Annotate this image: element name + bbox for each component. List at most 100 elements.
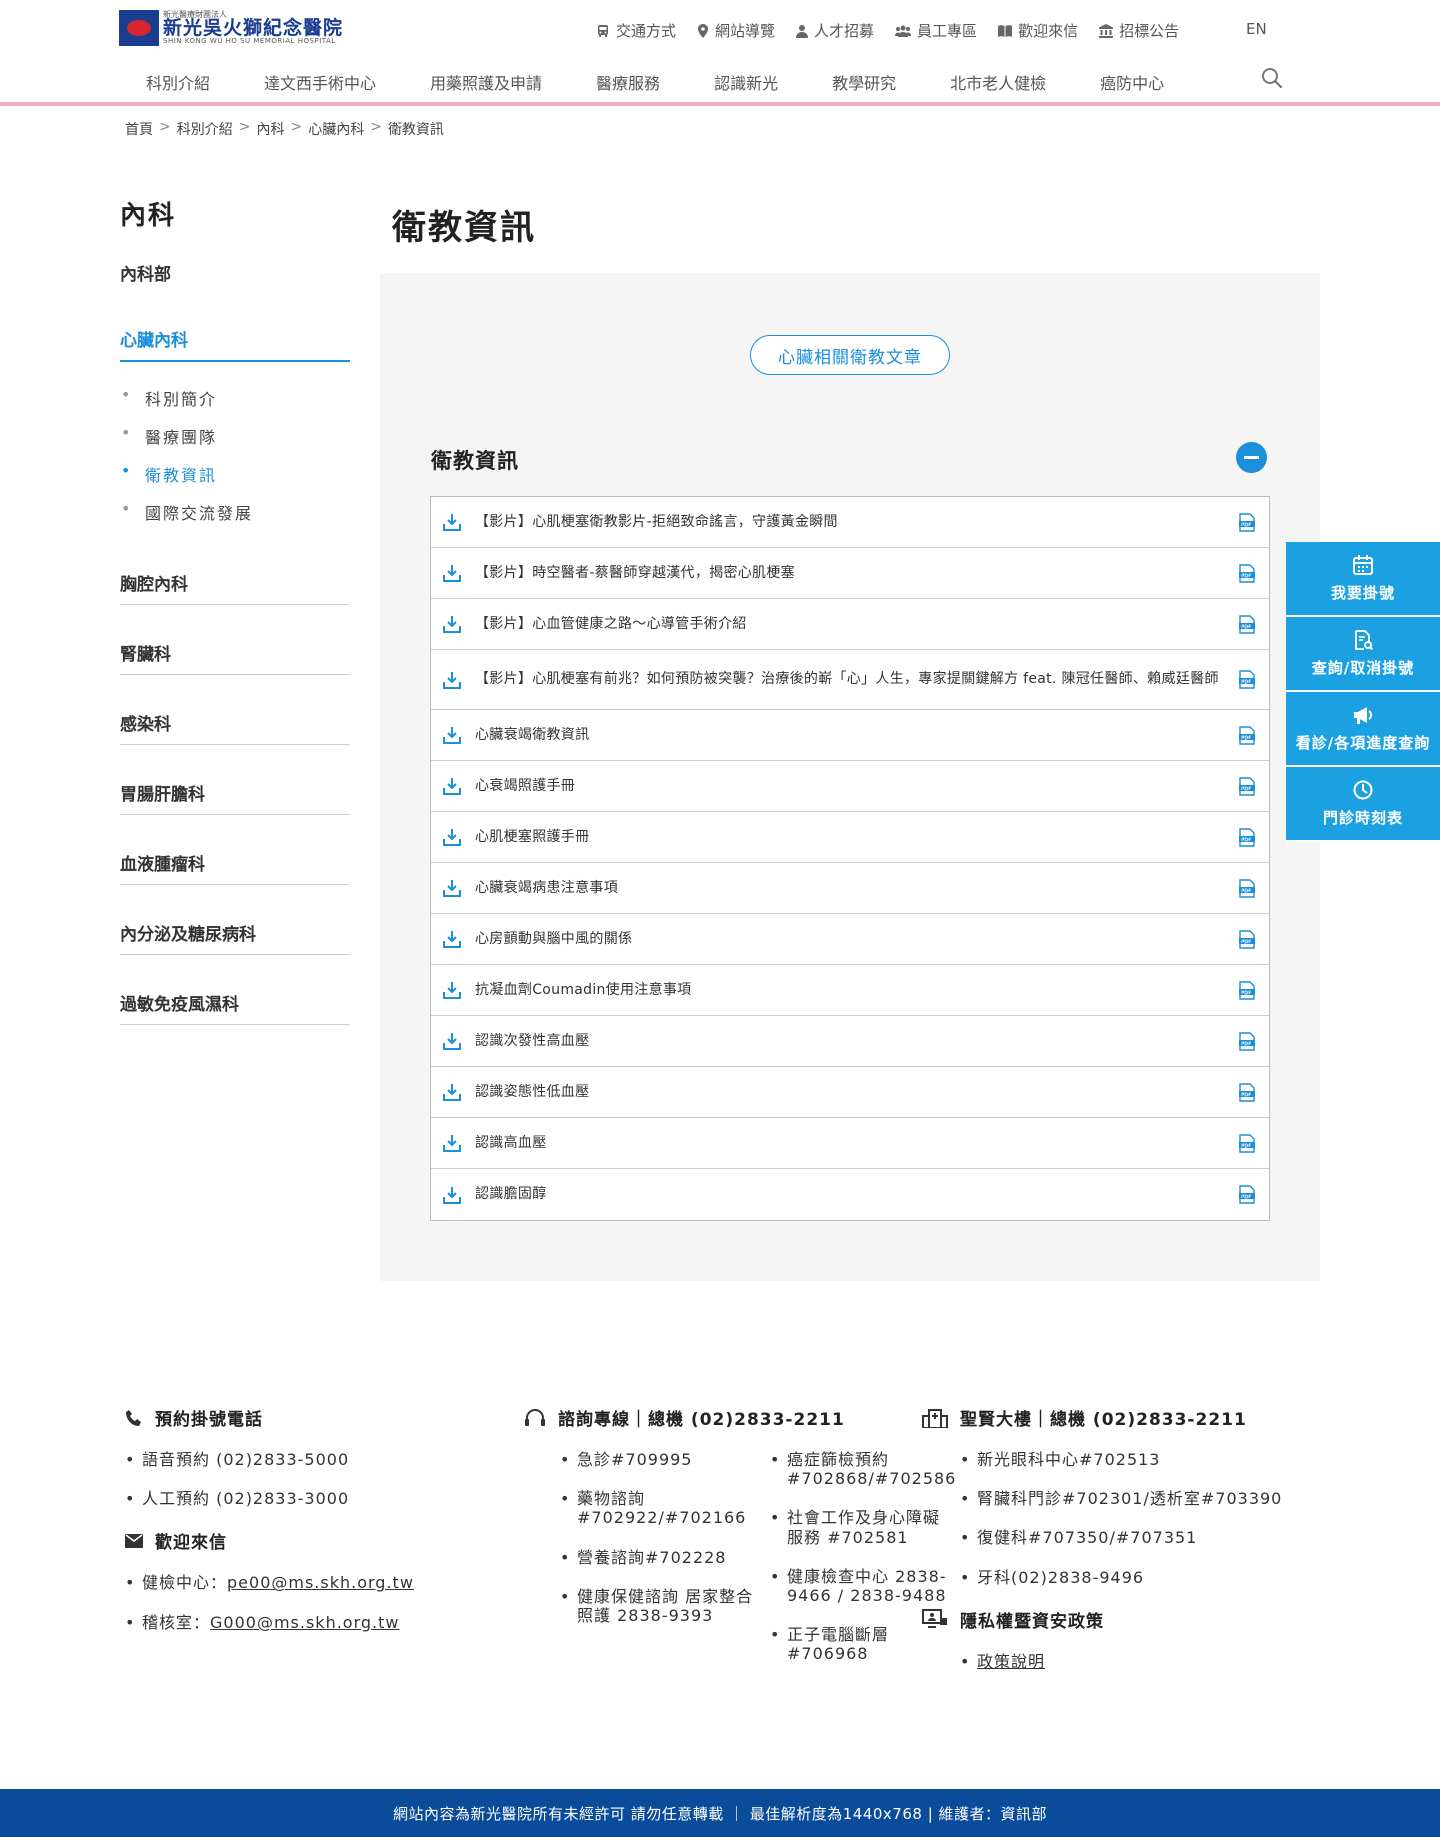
sidebar-item-cardiology[interactable]: 心臟內科: [120, 326, 350, 362]
pdf-file-icon[interactable]: [1239, 1082, 1255, 1102]
document-row[interactable]: 【影片】時空醫者-蔡醫師穿越漢代，揭密心肌梗塞: [431, 548, 1269, 599]
document-row[interactable]: 心衰竭照護手冊: [431, 761, 1269, 812]
download-icon[interactable]: [443, 671, 461, 689]
sidebar-sub-education[interactable]: 衛教資訊: [120, 461, 350, 500]
download-icon[interactable]: [443, 564, 461, 582]
nav-departments[interactable]: 科別介紹: [146, 70, 210, 94]
document-row[interactable]: 認識膽固醇: [431, 1169, 1269, 1220]
pdf-file-icon[interactable]: [1239, 929, 1255, 949]
util-staff[interactable]: 員工專區: [895, 20, 977, 41]
nav-services[interactable]: 醫療服務: [596, 70, 660, 94]
download-icon[interactable]: [443, 1186, 461, 1204]
download-icon[interactable]: [443, 828, 461, 846]
pdf-file-icon[interactable]: [1239, 512, 1255, 532]
bank-icon: [1099, 23, 1114, 38]
pdf-file-icon[interactable]: [1239, 776, 1255, 796]
util-transport[interactable]: 交通方式: [596, 20, 676, 41]
pdf-file-icon[interactable]: [1239, 827, 1255, 847]
language-switch-en[interactable]: EN: [1246, 20, 1267, 38]
breadcrumb-home[interactable]: 首頁: [125, 119, 153, 139]
download-icon[interactable]: [443, 726, 461, 744]
document-title[interactable]: 心肌梗塞照護手冊: [475, 828, 1219, 847]
document-title[interactable]: 心臟衰竭衛教資訊: [475, 726, 1219, 745]
breadcrumb-departments[interactable]: 科別介紹: [177, 119, 233, 139]
pdf-file-icon[interactable]: [1239, 614, 1255, 634]
download-icon[interactable]: [443, 981, 461, 999]
pdf-file-icon[interactable]: [1239, 563, 1255, 583]
download-icon[interactable]: [443, 1032, 461, 1050]
document-row[interactable]: 認識高血壓: [431, 1118, 1269, 1169]
document-row[interactable]: 心臟衰竭衛教資訊: [431, 710, 1269, 761]
sidebar-item-oncology[interactable]: 血液腫瘤科: [120, 850, 350, 885]
document-row[interactable]: 抗凝血劑Coumadin使用注意事項: [431, 965, 1269, 1016]
heart-articles-button[interactable]: 心臟相關衛教文章: [750, 335, 950, 375]
document-row[interactable]: 心肌梗塞照護手冊: [431, 812, 1269, 863]
nav-medication[interactable]: 用藥照護及申請: [430, 70, 542, 94]
sidebar-sub-intro[interactable]: 科別簡介: [120, 385, 350, 424]
util-mail[interactable]: 歡迎來信: [998, 20, 1078, 41]
pdf-file-icon[interactable]: [1239, 670, 1255, 689]
mail-audit-link[interactable]: G000@ms.skh.org.tw: [210, 1613, 399, 1632]
document-title[interactable]: 【影片】心肌梗塞衛教影片-拒絕致命謠言，守護黃金瞬間: [475, 513, 1219, 532]
document-row[interactable]: 【影片】心血管健康之路～心導管手術介紹: [431, 599, 1269, 650]
document-row[interactable]: 認識次發性高血壓: [431, 1016, 1269, 1067]
document-title[interactable]: 認識高血壓: [475, 1134, 1219, 1153]
document-title[interactable]: 抗凝血劑Coumadin使用注意事項: [475, 981, 1219, 1000]
sidebar-item-endocrine[interactable]: 內分泌及糖尿病科: [120, 920, 350, 955]
nav-senior-checkup[interactable]: 北市老人健檢: [950, 70, 1046, 94]
download-icon[interactable]: [443, 930, 461, 948]
download-icon[interactable]: [443, 1083, 461, 1101]
register-button[interactable]: 我要掛號: [1286, 542, 1440, 617]
download-icon[interactable]: [443, 1134, 461, 1152]
util-recruit[interactable]: 人才招募: [796, 20, 874, 41]
document-title[interactable]: 認識姿態性低血壓: [475, 1083, 1219, 1102]
privacy-policy-link[interactable]: 政策說明: [977, 1652, 1045, 1671]
sidebar-item-gastro[interactable]: 胃腸肝膽科: [120, 780, 350, 815]
query-cancel-button[interactable]: 查詢/取消掛號: [1286, 617, 1440, 692]
pdf-file-icon[interactable]: [1239, 1031, 1255, 1051]
pdf-file-icon[interactable]: [1239, 980, 1255, 1000]
sidebar-item-internal-dept[interactable]: 內科部: [120, 260, 350, 294]
util-sitemap[interactable]: 網站導覽: [697, 20, 775, 41]
breadcrumb-internal-medicine[interactable]: 內科: [256, 119, 284, 139]
pdf-file-icon[interactable]: [1239, 878, 1255, 898]
collapse-minus-icon[interactable]: [1236, 442, 1267, 473]
document-title[interactable]: 認識次發性高血壓: [475, 1032, 1219, 1051]
document-row[interactable]: 【影片】心肌梗塞衛教影片-拒絕致命謠言，守護黃金瞬間: [431, 497, 1269, 548]
document-title[interactable]: 【影片】心肌梗塞有前兆？如何預防被突襲？治療後的嶄「心」人生，專家提關鍵解方 f…: [475, 670, 1219, 689]
nav-research[interactable]: 教學研究: [832, 70, 896, 94]
document-title[interactable]: 【影片】時空醫者-蔡醫師穿越漢代，揭密心肌梗塞: [475, 564, 1219, 583]
sidebar-item-chest[interactable]: 胸腔內科: [120, 570, 350, 605]
mail-checkup-link[interactable]: pe00@ms.skh.org.tw: [227, 1573, 414, 1592]
nav-cancer-center[interactable]: 癌防中心: [1100, 70, 1164, 94]
sidebar-sub-international[interactable]: 國際交流發展: [120, 499, 350, 538]
breadcrumb-cardiology[interactable]: 心臟內科: [308, 119, 364, 139]
document-row[interactable]: 【影片】心肌梗塞有前兆？如何預防被突襲？治療後的嶄「心」人生，專家提關鍵解方 f…: [431, 650, 1269, 710]
document-row[interactable]: 心房顫動與腦中風的關係: [431, 914, 1269, 965]
nav-davinci[interactable]: 達文西手術中心: [264, 70, 376, 94]
download-icon[interactable]: [443, 879, 461, 897]
sidebar-item-infection[interactable]: 感染科: [120, 710, 350, 745]
nav-about[interactable]: 認識新光: [714, 70, 778, 94]
download-icon[interactable]: [443, 513, 461, 531]
pdf-file-icon[interactable]: [1239, 725, 1255, 745]
pdf-file-icon[interactable]: [1239, 1185, 1255, 1204]
document-title[interactable]: 心房顫動與腦中風的關係: [475, 930, 1219, 949]
document-title[interactable]: 心衰竭照護手冊: [475, 777, 1219, 796]
document-row[interactable]: 心臟衰竭病患注意事項: [431, 863, 1269, 914]
pdf-file-icon[interactable]: [1239, 1133, 1255, 1153]
schedule-button[interactable]: 門診時刻表: [1286, 767, 1440, 842]
hospital-logo[interactable]: 新光醫療財團法人 新光吳火獅紀念醫院 SHIN KONG WU HO SU ME…: [119, 10, 343, 46]
document-title[interactable]: 【影片】心血管健康之路～心導管手術介紹: [475, 615, 1219, 634]
sidebar-item-nephrology[interactable]: 腎臟科: [120, 640, 350, 675]
sidebar-item-immunology[interactable]: 過敏免疫風濕科: [120, 990, 350, 1025]
search-icon[interactable]: [1261, 67, 1283, 89]
sidebar-sub-team[interactable]: 醫療團隊: [120, 423, 350, 462]
document-row[interactable]: 認識姿態性低血壓: [431, 1067, 1269, 1118]
download-icon[interactable]: [443, 777, 461, 795]
download-icon[interactable]: [443, 615, 461, 633]
progress-query-button[interactable]: 看診/各項進度查詢: [1286, 692, 1440, 767]
util-tender[interactable]: 招標公告: [1099, 20, 1179, 41]
document-title[interactable]: 心臟衰竭病患注意事項: [475, 879, 1219, 898]
document-title[interactable]: 認識膽固醇: [475, 1185, 1219, 1204]
